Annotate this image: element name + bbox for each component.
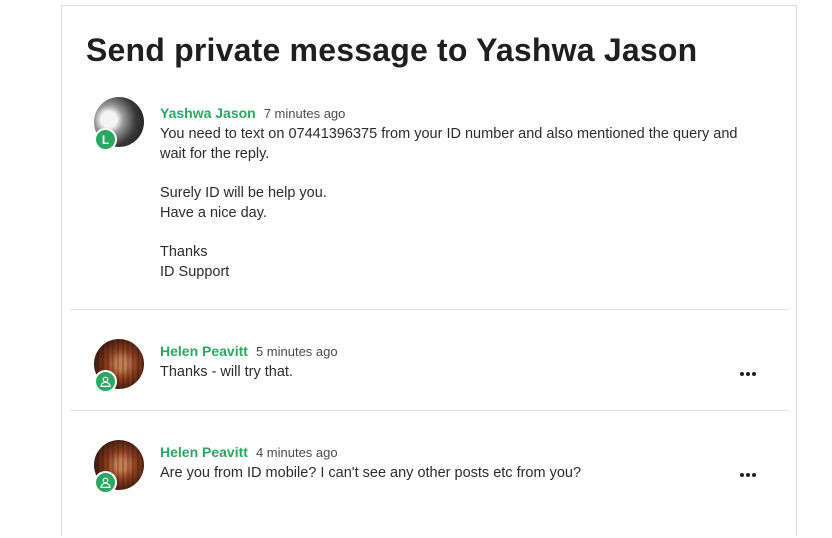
message-item: L Yashwa Jason 7 minutes ago You need to … [70,86,788,310]
message-line: ID Support [160,263,230,280]
rank-badge: L [94,128,117,151]
more-options-icon[interactable] [740,470,756,480]
message-line: You need to text on 07441396375 from you… [160,126,738,162]
dot [746,473,750,477]
message-line: Surely ID will be help you. [160,185,327,201]
message-item: Helen Peavitt 4 minutes ago Are you from … [70,411,788,511]
message-meta: Helen Peavitt 5 minutes ago [160,343,338,361]
dot [740,473,744,477]
message-body: You need to text on 07441396375 from you… [160,125,760,282]
timestamp: 5 minutes ago [255,344,338,359]
message-line: Thanks [160,244,208,260]
message-meta: Yashwa Jason 7 minutes ago [160,105,345,123]
timestamp: 7 minutes ago [263,106,346,121]
rank-badge-letter: L [101,132,110,147]
dot [752,473,756,477]
timestamp: 4 minutes ago [255,445,338,460]
page-title: Send private message to Yashwa Jason [86,32,698,68]
message-line: Are you from ID mobile? I can't see any … [160,465,582,481]
more-options-icon[interactable] [740,369,756,379]
avatar[interactable] [94,339,144,393]
message-line: Thanks - will try that. [160,364,293,380]
avatar[interactable]: L [94,97,144,151]
message-meta: Helen Peavitt 4 minutes ago [160,444,338,462]
message-line: Have a nice day. [160,204,267,221]
user-icon [94,370,117,393]
dot [746,372,750,376]
avatar[interactable] [94,440,144,494]
user-icon [94,471,117,494]
author-name[interactable]: Yashwa Jason [160,105,256,121]
dot [752,372,756,376]
message-item: Helen Peavitt 5 minutes ago Thanks - will… [70,310,788,411]
author-name[interactable]: Helen Peavitt [160,343,248,359]
message-body: Are you from ID mobile? I can't see any … [160,464,760,484]
message-panel: Send private message to Yashwa Jason L Y… [61,5,797,536]
author-name[interactable]: Helen Peavitt [160,444,248,460]
message-body: Thanks - will try that. [160,363,760,383]
dot [740,372,744,376]
